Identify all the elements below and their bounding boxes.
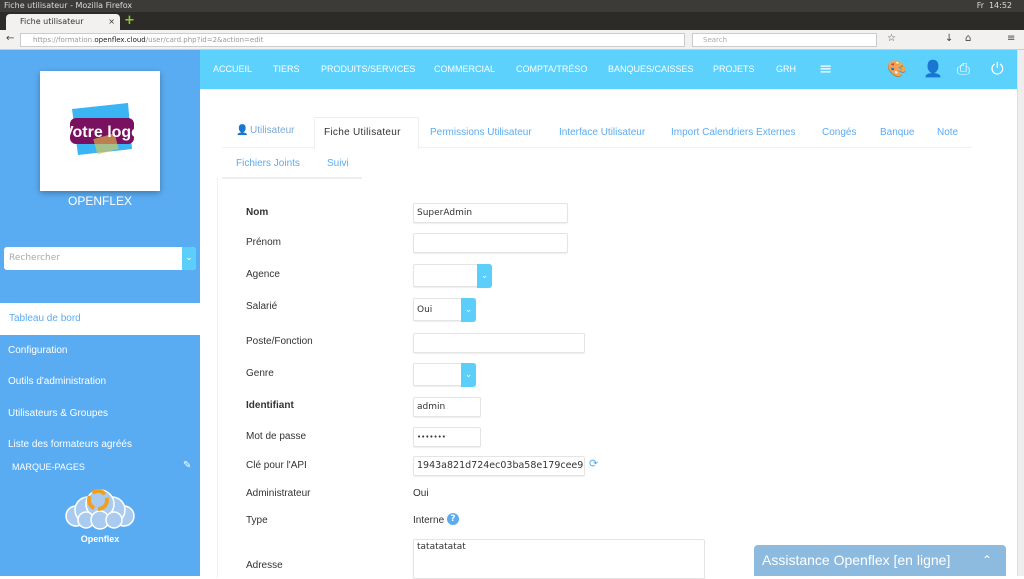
- os-title-bar: Fiche utilisateur - Mozilla Firefox Fr 1…: [0, 0, 1024, 12]
- salarie-select[interactable]: Oui ⌄: [413, 298, 476, 322]
- tab-import-calendriers[interactable]: Import Calendriers Externes: [671, 127, 796, 138]
- user-icon: 👤: [236, 125, 249, 136]
- tab-fichiers-joints[interactable]: Fichiers Joints: [236, 158, 300, 169]
- nav-grh[interactable]: GRH: [776, 64, 796, 74]
- svg-text:Votre logo: Votre logo: [63, 124, 141, 141]
- type-value: Interne: [413, 515, 445, 526]
- prenom-input[interactable]: [413, 233, 568, 253]
- sidebar-item-dashboard[interactable]: Tableau de bord: [0, 303, 200, 335]
- label-adresse: Adresse: [246, 560, 283, 571]
- label-genre: Genre: [246, 368, 274, 379]
- url-bar[interactable]: https://formation.openflex.cloud/user/ca…: [20, 33, 685, 47]
- palette-icon[interactable]: 🎨: [887, 59, 907, 78]
- new-tab-icon[interactable]: +: [124, 13, 135, 28]
- tab-banque[interactable]: Banque: [880, 127, 914, 138]
- chevron-down-icon[interactable]: ⌄: [461, 298, 476, 322]
- administrateur-value: Oui: [413, 488, 429, 499]
- tab-note[interactable]: Note: [937, 127, 958, 138]
- close-tab-icon[interactable]: ×: [108, 14, 115, 30]
- home-icon[interactable]: ⌂: [965, 33, 971, 44]
- adresse-textarea[interactable]: tatatatatat: [413, 539, 705, 579]
- nav-commercial[interactable]: COMMERCIAL: [434, 64, 495, 74]
- hamburger-menu-icon[interactable]: ≡: [819, 59, 832, 78]
- sidebar-search-input[interactable]: Rechercher ⌄: [4, 247, 196, 270]
- label-nom: Nom: [246, 207, 269, 218]
- sidebar-item-admin-tools[interactable]: Outils d'administration: [8, 376, 106, 387]
- label-agence: Agence: [246, 269, 280, 280]
- chevron-down-icon[interactable]: ⌄: [182, 247, 196, 270]
- nav-accueil[interactable]: ACCUEIL: [213, 64, 252, 74]
- label-type: Type: [246, 515, 268, 526]
- label-poste: Poste/Fonction: [246, 336, 313, 347]
- logo-image: Votre logo: [63, 103, 141, 155]
- refresh-icon[interactable]: ⟳: [589, 457, 598, 470]
- bookmark-icon[interactable]: ✎: [183, 460, 191, 471]
- bookmarks-heading: MARQUE-PAGES: [12, 462, 85, 472]
- browser-tab[interactable]: Fiche utilisateur ×: [6, 14, 120, 30]
- nav-produits[interactable]: PRODUITS/SERVICES: [321, 64, 415, 74]
- openflex-label: Openflex: [80, 534, 120, 544]
- menu-icon[interactable]: ≡: [1007, 33, 1015, 44]
- browser-search[interactable]: Search: [692, 33, 877, 47]
- tab-conges[interactable]: Congés: [822, 127, 856, 138]
- tabs-heading: Utilisateur: [250, 125, 295, 136]
- brand-name: OPENFLEX: [67, 194, 133, 208]
- sidebar-item-trainers[interactable]: Liste des formateurs agréés: [8, 439, 132, 450]
- tab-bar: [0, 12, 1024, 30]
- help-icon[interactable]: ?: [447, 513, 459, 525]
- label-api: Clé pour l'API: [246, 460, 307, 471]
- nav-tiers[interactable]: TIERS: [273, 64, 300, 74]
- tab-fiche-utilisateur[interactable]: Fiche Utilisateur: [324, 127, 401, 138]
- assistance-chat-widget[interactable]: Assistance Openflex [en ligne] ⌃: [754, 545, 1006, 576]
- chevron-down-icon[interactable]: ⌄: [461, 363, 476, 387]
- sidebar-item-configuration[interactable]: Configuration: [8, 345, 67, 356]
- label-administrateur: Administrateur: [246, 488, 311, 499]
- form-card: [217, 178, 1017, 578]
- genre-select[interactable]: ⌄: [413, 363, 476, 387]
- label-identifiant: Identifiant: [246, 400, 294, 411]
- poste-input[interactable]: [413, 333, 585, 353]
- chevron-up-icon[interactable]: ⌃: [982, 545, 992, 576]
- openflex-cloud-logo: [65, 489, 135, 530]
- tab-permissions[interactable]: Permissions Utilisateur: [430, 127, 532, 138]
- nav-compta[interactable]: COMPTA/TRÉSO: [516, 64, 587, 74]
- label-mot-de-passe: Mot de passe: [246, 431, 307, 442]
- tab-title: Fiche utilisateur: [20, 17, 84, 26]
- company-logo: Votre logo: [40, 71, 160, 191]
- power-icon[interactable]: ⏻: [991, 59, 1004, 79]
- sidebar-item-users-groups[interactable]: Utilisateurs & Groupes: [8, 408, 108, 419]
- password-input[interactable]: •••••••: [413, 427, 481, 447]
- back-icon[interactable]: ←: [6, 33, 14, 44]
- chevron-down-icon[interactable]: ⌄: [477, 264, 492, 288]
- bookmark-star-icon[interactable]: ☆: [887, 33, 896, 44]
- nom-input[interactable]: SuperAdmin: [413, 203, 568, 223]
- salarie-value: Oui: [417, 305, 433, 315]
- print-icon[interactable]: ⎙: [957, 59, 970, 79]
- window-title: Fiche utilisateur - Mozilla Firefox: [4, 1, 133, 10]
- clock: 14:52: [988, 1, 1012, 10]
- tab-suivi[interactable]: Suivi: [327, 158, 349, 169]
- identifiant-input[interactable]: admin: [413, 397, 481, 417]
- url-prefix: https://formation.: [33, 36, 95, 44]
- agence-select[interactable]: ⌄: [413, 264, 492, 288]
- keyboard-indicator: Fr: [976, 1, 984, 10]
- assistance-label: Assistance Openflex [en ligne]: [762, 552, 951, 568]
- api-key-input[interactable]: 1943a821d724ec03ba58e179cee9d483: [413, 456, 585, 476]
- user-icon[interactable]: 👤: [923, 59, 943, 78]
- label-salarie: Salarié: [246, 301, 278, 312]
- scrollbar[interactable]: [1017, 50, 1024, 576]
- download-icon[interactable]: ↓: [945, 33, 953, 44]
- search-placeholder: Rechercher: [9, 253, 60, 263]
- url-path: /user/card.php?id=2&action=edit: [145, 36, 264, 44]
- nav-banques[interactable]: BANQUES/CAISSES: [608, 64, 694, 74]
- label-prenom: Prénom: [246, 237, 282, 248]
- url-domain: openflex.cloud: [94, 36, 146, 44]
- tab-interface[interactable]: Interface Utilisateur: [559, 127, 645, 138]
- nav-projets[interactable]: PROJETS: [713, 64, 755, 74]
